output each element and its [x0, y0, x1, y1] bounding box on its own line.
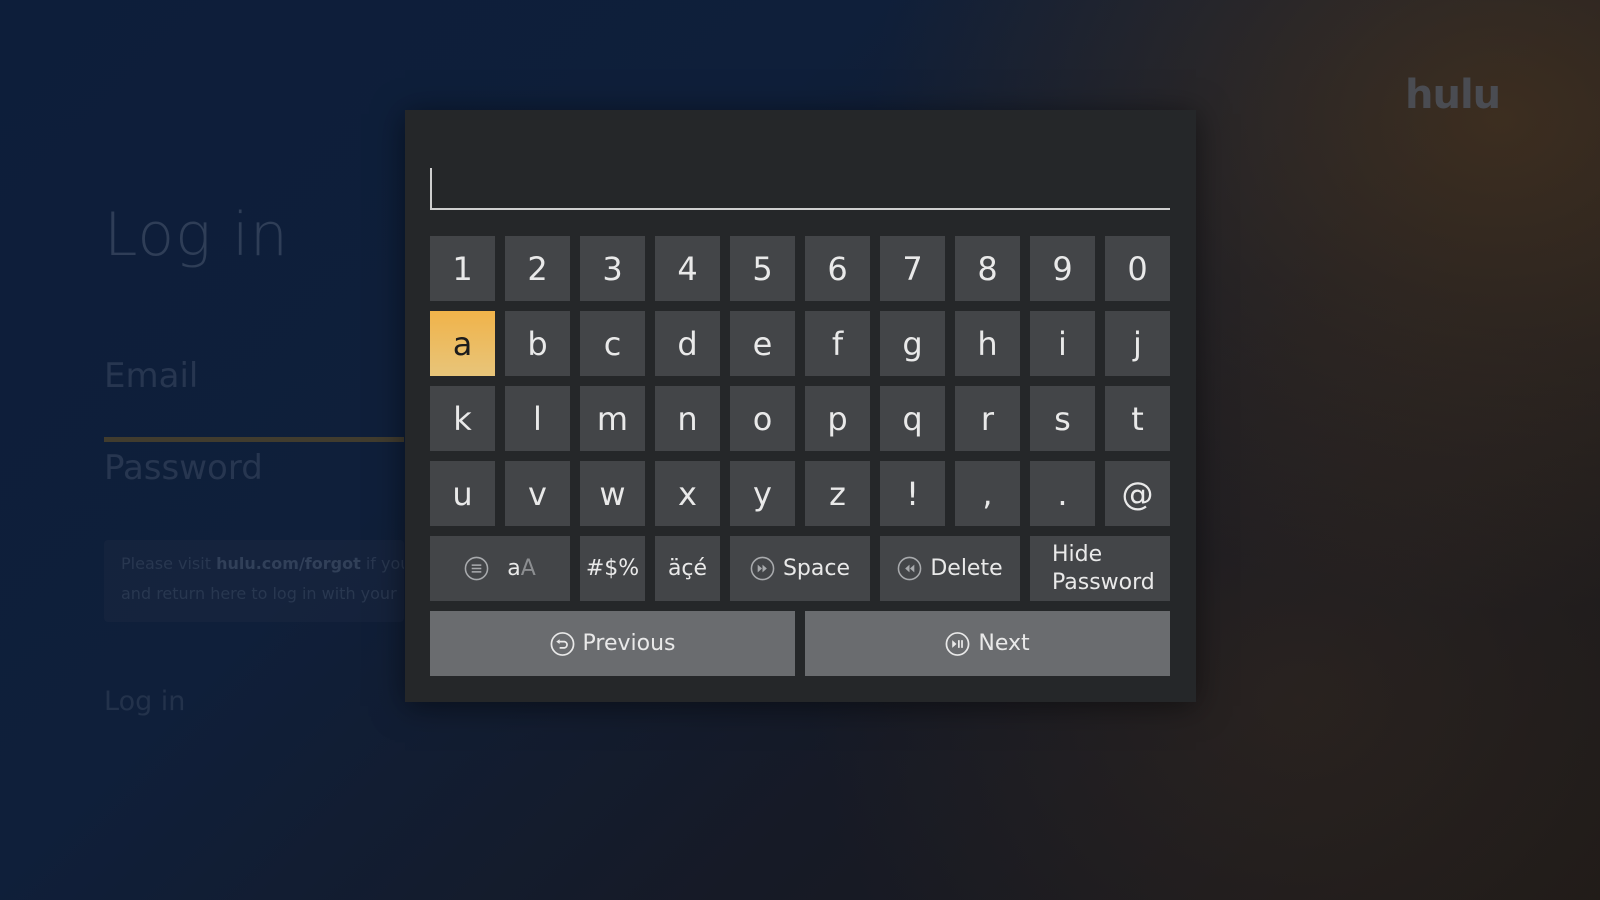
key-b[interactable]: b: [505, 311, 570, 376]
key-r[interactable]: r: [955, 386, 1020, 451]
email-field-underline: [104, 437, 404, 442]
keyboard-dialog: 1 2 3 4 5 6 7 8 9 0 a b c d e f g h i j k l m n o p q r s t u v w x y z!,. @…: [405, 110, 1196, 702]
key-k[interactable]: k: [430, 386, 495, 451]
key-t[interactable]: t: [1105, 386, 1170, 451]
forgot-password-info: Please visit hulu.com/forgot if you and …: [104, 540, 404, 622]
next-button[interactable]: Next: [805, 611, 1170, 676]
login-button[interactable]: Log in: [104, 686, 185, 717]
page-title: Log in: [104, 200, 289, 270]
key-,[interactable]: ,: [955, 461, 1020, 526]
key-e[interactable]: e: [730, 311, 795, 376]
key-j[interactable]: j: [1105, 311, 1170, 376]
key-y[interactable]: y: [730, 461, 795, 526]
key-0[interactable]: 0: [1105, 236, 1170, 301]
key-3[interactable]: 3: [580, 236, 645, 301]
key-7[interactable]: 7: [880, 236, 945, 301]
delete-key[interactable]: Delete: [880, 536, 1020, 601]
accents-key[interactable]: äçé: [655, 536, 720, 601]
key-5[interactable]: 5: [730, 236, 795, 301]
hulu-logo: hulu: [1405, 72, 1501, 118]
key-2[interactable]: 2: [505, 236, 570, 301]
key-f[interactable]: f: [805, 311, 870, 376]
symbols-key[interactable]: #$%: [580, 536, 645, 601]
email-field[interactable]: Email: [104, 356, 198, 396]
key-x[interactable]: x: [655, 461, 720, 526]
key-i[interactable]: i: [1030, 311, 1095, 376]
menu-icon: [464, 556, 489, 581]
keyboard-text-input[interactable]: [430, 168, 1170, 210]
key-![interactable]: !: [880, 461, 945, 526]
key-p[interactable]: p: [805, 386, 870, 451]
key-z[interactable]: z: [805, 461, 870, 526]
key-v[interactable]: v: [505, 461, 570, 526]
key-d[interactable]: d: [655, 311, 720, 376]
back-icon: [550, 631, 575, 656]
case-toggle-key[interactable]: aA: [430, 536, 570, 601]
key-.[interactable]: .: [1030, 461, 1095, 526]
key-6[interactable]: 6: [805, 236, 870, 301]
key-g[interactable]: g: [880, 311, 945, 376]
hide-password-key[interactable]: Hide Password: [1030, 536, 1170, 601]
key-m[interactable]: m: [580, 386, 645, 451]
key-q[interactable]: q: [880, 386, 945, 451]
play-pause-icon: [945, 631, 970, 656]
key-9[interactable]: 9: [1030, 236, 1095, 301]
previous-button[interactable]: Previous: [430, 611, 795, 676]
fast-forward-icon: [750, 556, 775, 581]
space-key[interactable]: Space: [730, 536, 870, 601]
key-4[interactable]: 4: [655, 236, 720, 301]
key-o[interactable]: o: [730, 386, 795, 451]
key-h[interactable]: h: [955, 311, 1020, 376]
key-c[interactable]: c: [580, 311, 645, 376]
key-l[interactable]: l: [505, 386, 570, 451]
forgot-link: hulu.com/forgot: [216, 554, 361, 573]
key-1[interactable]: 1: [430, 236, 495, 301]
key-w[interactable]: w: [580, 461, 645, 526]
key-a[interactable]: a: [430, 311, 495, 376]
password-field[interactable]: Password: [104, 448, 263, 488]
info-line-2: and return here to log in with your: [121, 584, 397, 603]
key-s[interactable]: s: [1030, 386, 1095, 451]
key-8[interactable]: 8: [955, 236, 1020, 301]
info-line-1: Please visit hulu.com/forgot if you: [121, 554, 404, 573]
rewind-icon: [897, 556, 922, 581]
key-u[interactable]: u: [430, 461, 495, 526]
key-@[interactable]: @: [1105, 461, 1170, 526]
key-n[interactable]: n: [655, 386, 720, 451]
